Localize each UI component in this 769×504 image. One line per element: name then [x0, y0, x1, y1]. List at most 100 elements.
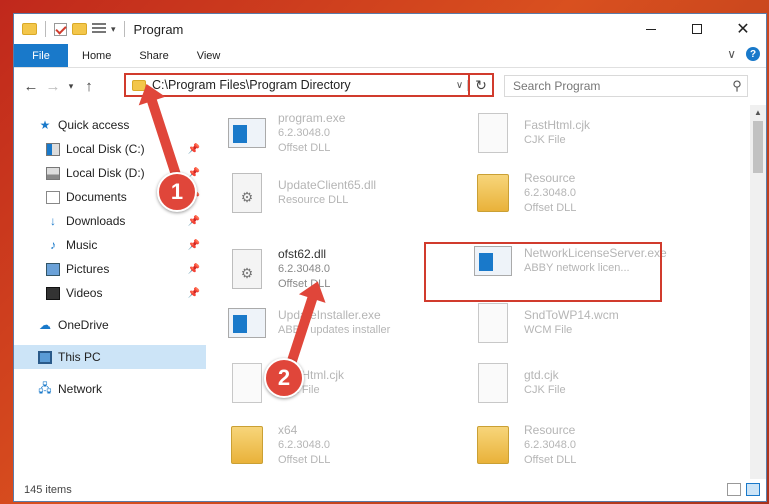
file-version: 6.2.3048.0 — [524, 186, 576, 199]
sidebar-item-network[interactable]: 🖧 Network — [14, 377, 206, 401]
file-name: SndToWP14.wcm — [524, 308, 619, 322]
pin-icon[interactable]: 📌 — [188, 288, 200, 299]
tab-share[interactable]: Share — [125, 44, 182, 67]
file-item-resource-2[interactable]: Resource 6.2.3048.0 Offset DLL — [472, 417, 700, 473]
sidebar-item-videos[interactable]: Videos 📌 — [14, 281, 206, 305]
music-icon: ♪ — [50, 238, 56, 252]
sidebar-item-label: Quick access — [58, 118, 130, 132]
pin-icon[interactable]: 📌 — [188, 240, 200, 251]
sidebar-item-onedrive[interactable]: ☁ OneDrive — [14, 313, 206, 337]
sidebar-item-music[interactable]: ♪ Music 📌 — [14, 233, 206, 257]
recent-locations-chevron-icon[interactable]: ▾ — [64, 81, 78, 92]
customize-dropdown-icon[interactable]: ▾ — [111, 24, 116, 35]
file-name: gtd.cjk — [524, 368, 559, 382]
scroll-up-icon[interactable]: ▲ — [750, 105, 766, 121]
back-arrow-icon[interactable]: ← — [20, 78, 42, 95]
forward-arrow-icon[interactable]: → — [42, 78, 64, 95]
file-item-fasthtml[interactable]: FastHtml.cjk CJK File — [472, 105, 700, 161]
folder-icon — [472, 422, 514, 468]
sidebar-item-label: Network — [58, 382, 103, 396]
sidebar-item-downloads[interactable]: ↓ Downloads 📌 — [14, 209, 206, 233]
file-item-resource[interactable]: Resource 6.2.3048.0 Offset DLL — [472, 165, 700, 221]
help-icon[interactable]: ? — [746, 47, 760, 61]
file-name: FastHtml.cjk — [524, 118, 590, 132]
download-icon: ↓ — [50, 214, 56, 228]
tiles-view-icon[interactable] — [746, 483, 760, 496]
sidebar-item-this-pc[interactable]: This PC — [14, 345, 206, 369]
address-bar[interactable]: C:\Program Files\Program Directory ∨ — [124, 73, 470, 97]
sidebar-item-quick-access[interactable]: ★ Quick access — [14, 113, 206, 137]
document-icon — [46, 190, 60, 204]
refresh-button[interactable]: ↻ — [470, 73, 494, 97]
tab-file[interactable]: File — [14, 44, 68, 67]
file-description: Offset DLL — [524, 453, 577, 466]
file-item-updateinstaller[interactable]: UpdateInstaller.exe ABBY updates installe… — [226, 295, 454, 351]
file-item-fasthtml-2[interactable]: FastHtml.cjkCJK File — [226, 355, 454, 411]
file-item-x64[interactable]: x64 6.2.3048.0 Offset DLL — [226, 417, 454, 473]
pin-icon[interactable]: 📌 — [188, 216, 200, 227]
tab-view[interactable]: View — [183, 44, 235, 67]
minimize-button[interactable] — [628, 14, 674, 44]
file-description: Offset DLL — [278, 141, 331, 154]
file-version: 6.2.3048.0 — [278, 438, 330, 451]
dll-gear-file-icon: ⚙ — [226, 246, 268, 292]
pin-icon[interactable]: 📌 — [188, 144, 200, 155]
network-icon: 🖧 — [38, 380, 52, 395]
sidebar-item-label: OneDrive — [58, 318, 109, 332]
properties-icon[interactable] — [92, 23, 106, 35]
sidebar-item-label: Videos — [66, 286, 103, 300]
address-dropdown-icon[interactable]: ∨ — [452, 79, 468, 91]
divider — [123, 21, 125, 37]
folder-icon — [22, 23, 37, 35]
file-version: 6.2.3048.0 — [524, 438, 576, 451]
sidebar-item-pictures[interactable]: Pictures 📌 — [14, 257, 206, 281]
refresh-icon: ↻ — [475, 76, 487, 93]
tab-home[interactable]: Home — [68, 44, 125, 67]
file-name: ofst62.dll — [278, 246, 327, 261]
navigation-pane: ★ Quick access Local Disk (C:) 📌 Local D… — [14, 105, 206, 479]
close-button[interactable]: ✕ — [720, 14, 766, 44]
file-item-ofst62-dll[interactable]: ⚙ ofst62.dll6.2.3048.0Offset DLL — [226, 241, 454, 297]
sidebar-item-local-disk-c[interactable]: Local Disk (C:) 📌 — [14, 137, 206, 161]
title-bar: ▾ Program ✕ — [14, 14, 766, 44]
properties-check-icon[interactable] — [54, 22, 67, 36]
file-item-updateclient[interactable]: ⚙ UpdateClient65.dll Resource DLL — [226, 165, 454, 221]
file-item-program-exe[interactable]: program.exe 6.2.3048.0 Offset DLL — [226, 105, 454, 161]
file-name: x64 — [278, 422, 298, 437]
search-box[interactable]: ⚲ — [504, 75, 748, 97]
navigation-bar: ← → ▾ ↑ C:\Program Files\Program Directo… — [14, 68, 766, 104]
step-badge-2: 2 — [264, 358, 304, 398]
picture-icon — [46, 262, 60, 276]
pin-icon[interactable]: 📌 — [188, 264, 200, 275]
highlight-box — [424, 242, 662, 302]
sidebar-item-label: This PC — [58, 350, 101, 364]
minimize-icon — [646, 28, 656, 30]
address-path[interactable]: C:\Program Files\Program Directory — [152, 78, 452, 92]
new-folder-icon[interactable] — [72, 23, 87, 35]
details-view-icon[interactable] — [727, 483, 741, 496]
search-input[interactable] — [513, 79, 727, 93]
window-title: Program — [133, 21, 184, 37]
maximize-button[interactable] — [674, 14, 720, 44]
view-toggle — [727, 483, 760, 496]
item-count: 145 items — [24, 484, 72, 496]
up-arrow-icon[interactable]: ↑ — [78, 78, 100, 95]
expand-ribbon-icon[interactable]: ∨ — [727, 47, 736, 61]
exe-file-icon — [226, 300, 268, 346]
file-description: CJK File — [524, 384, 566, 396]
file-version: 6.2.3048.0 — [278, 262, 330, 275]
exe-file-icon — [226, 110, 268, 156]
file-item-sndtowp14[interactable]: SndToWP14.wcm WCM File — [472, 295, 700, 351]
file-list: program.exe 6.2.3048.0 Offset DLL ⚙ Update… — [206, 105, 766, 479]
folder-icon — [226, 422, 268, 468]
file-item-gtd[interactable]: gtd.cjk CJK File — [472, 355, 700, 411]
vertical-scrollbar[interactable]: ▲ — [750, 105, 766, 479]
sidebar-item-label: Local Disk (C:) — [66, 142, 145, 156]
search-icon[interactable]: ⚲ — [727, 78, 747, 94]
cloud-icon: ☁ — [39, 318, 51, 332]
scroll-thumb[interactable] — [753, 121, 763, 173]
file-description: Offset DLL — [278, 453, 331, 466]
